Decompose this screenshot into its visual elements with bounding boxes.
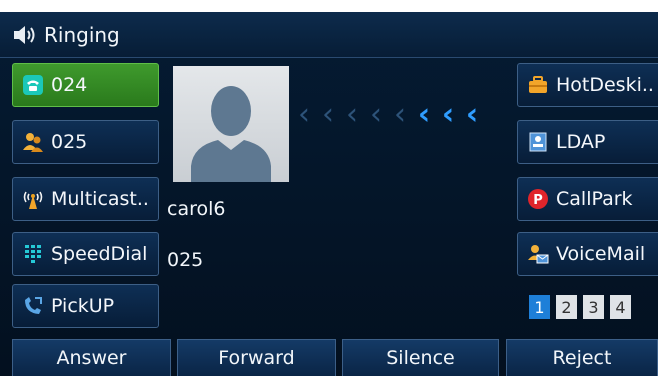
right-key-label: LDAP: [556, 131, 606, 153]
svg-text:P: P: [533, 193, 543, 208]
chevron-left-icon: ‹: [370, 97, 382, 132]
line-key-label: 025: [51, 131, 88, 153]
call-state-title: Ringing: [44, 22, 120, 47]
page-button-2[interactable]: 2: [556, 295, 577, 319]
softkey-bar: Answer Forward Silence Reject: [0, 339, 658, 376]
callpark-key[interactable]: P CallPark: [517, 177, 658, 221]
pickup-phone-icon: [22, 295, 44, 317]
chevron-left-icon: ‹: [465, 97, 479, 132]
line-key-label: PickUP: [51, 295, 115, 317]
phone-screen: Ringing 024 025 Multicast.. SpeedDial Pi…: [0, 12, 658, 376]
ldap-key[interactable]: LDAP: [517, 120, 658, 164]
line-key-label: Multicast..: [51, 188, 149, 210]
person-silhouette-icon: [191, 86, 271, 182]
multicast-antenna-icon: [22, 188, 44, 210]
line-key-label: 024: [51, 74, 88, 96]
caller-number: 025: [167, 249, 204, 271]
speaker-icon: [12, 23, 42, 47]
multicast-key[interactable]: Multicast..: [12, 177, 159, 221]
voicemail-key[interactable]: VoiceMail: [517, 232, 658, 276]
page-button-3[interactable]: 3: [583, 295, 604, 319]
caller-name: carol6: [167, 198, 226, 220]
chevron-left-icon: ‹: [346, 97, 358, 132]
forward-button[interactable]: Forward: [177, 339, 336, 376]
title-bar: Ringing: [0, 12, 658, 58]
ringing-arrows: ‹ ‹ ‹ ‹ ‹ ‹ ‹ ‹: [292, 100, 484, 130]
reject-button[interactable]: Reject: [506, 339, 658, 376]
caller-avatar: [173, 66, 289, 182]
line-key-025[interactable]: 025: [12, 120, 159, 164]
silence-button[interactable]: Silence: [342, 339, 499, 376]
chevron-left-icon: ‹: [394, 97, 406, 132]
page-button-1[interactable]: 1: [529, 295, 550, 319]
keypad-icon: [22, 243, 44, 265]
page-button-4[interactable]: 4: [610, 295, 631, 319]
callpark-icon: P: [527, 188, 549, 210]
line-key-label: SpeedDial: [51, 243, 148, 265]
pickup-key[interactable]: PickUP: [12, 284, 159, 328]
speeddial-key[interactable]: SpeedDial: [12, 232, 159, 276]
briefcase-icon: [527, 74, 549, 96]
directory-icon: [527, 131, 549, 153]
line-key-024[interactable]: 024: [12, 63, 159, 107]
line-phone-icon: [22, 74, 44, 96]
chevron-left-icon: ‹: [322, 97, 334, 132]
right-key-label: HotDeski..: [556, 74, 654, 96]
page-indicator: 1 2 3 4: [529, 295, 631, 319]
right-key-label: CallPark: [556, 188, 633, 210]
chevron-left-icon: ‹: [441, 97, 455, 132]
chevron-left-icon: ‹: [298, 97, 310, 132]
right-key-label: VoiceMail: [556, 243, 646, 265]
voicemail-icon: [527, 243, 549, 265]
answer-button[interactable]: Answer: [12, 339, 171, 376]
hotdesking-key[interactable]: HotDeski..: [517, 63, 658, 107]
chevron-left-icon: ‹: [417, 97, 431, 132]
contacts-icon: [22, 131, 44, 153]
